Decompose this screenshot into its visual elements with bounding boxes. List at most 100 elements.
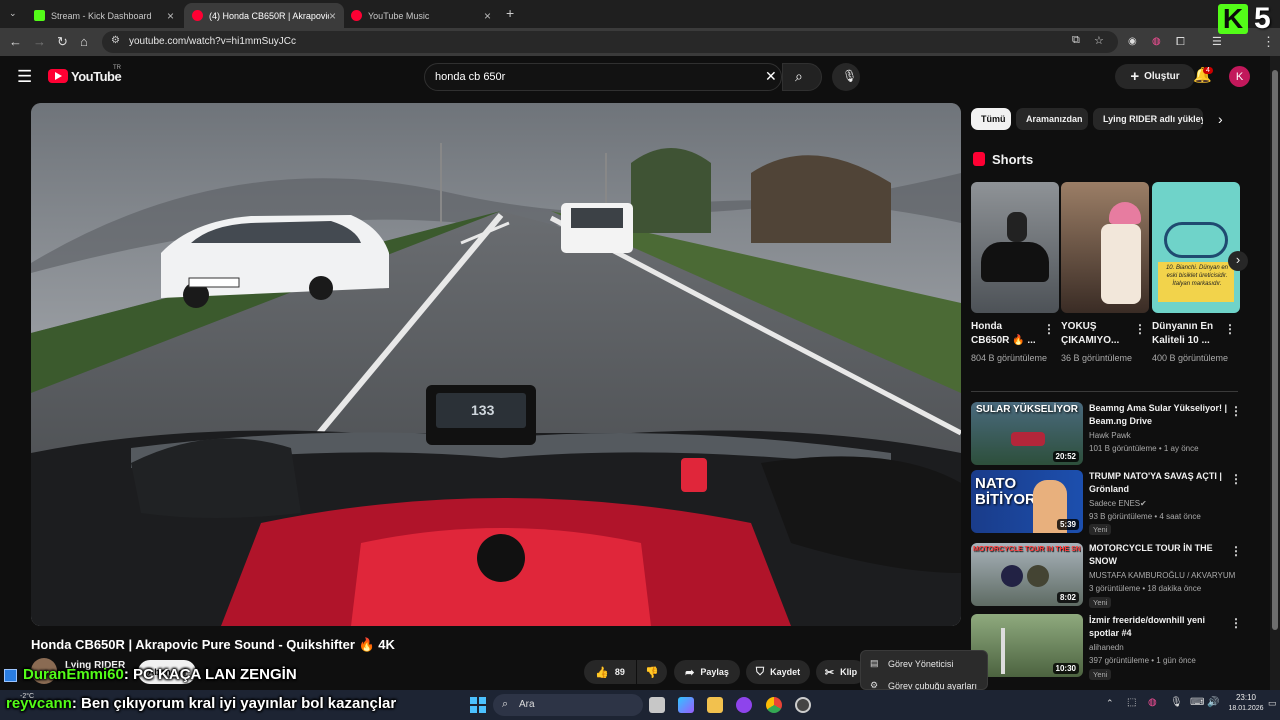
notification-center-icon[interactable]: ▭ [1268,698,1277,709]
back-icon[interactable]: ← [9,34,22,50]
extension-icon[interactable]: ◉ [1128,34,1137,50]
scrollbar-thumb[interactable] [1272,70,1278,630]
short-menu-icon[interactable]: ⋮ [1134,322,1146,336]
recommendation-channel[interactable]: MUSTAFA KAMBUROĞLU / AKVARYUM ... [1089,570,1235,582]
chat-username: reyvcann [6,695,72,712]
tab-kick-dashboard[interactable]: Stream - Kick Dashboard × [26,3,182,28]
close-tab-icon[interactable]: × [167,9,174,23]
tab-title: (4) Honda CB650R | Akrapovic P [209,10,329,21]
video-player[interactable]: 133 [31,103,961,626]
recommendation-channel[interactable]: Sadece ENES [1089,498,1159,510]
chip-from-uploader[interactable]: Lying RIDER adlı yükleyiciden [1093,108,1203,130]
guide-menu-icon[interactable]: ☰ [17,67,32,87]
recommendation-channel[interactable]: Hawk Pawk [1089,430,1239,442]
recommendation-menu-icon[interactable]: ⋮ [1230,544,1242,558]
recommendation-menu-icon[interactable]: ⋮ [1230,616,1242,630]
short-thumbnail[interactable]: 10. Bianchi. Dünyan en eski bisiklet üre… [1152,182,1240,313]
verified-icon: ✔ [1140,499,1147,508]
voice-search-button[interactable]: 🎙 [832,63,860,91]
microphone-tray-icon[interactable]: 🎙 [1170,697,1183,708]
recommendation-channel[interactable]: alihanedn [1089,642,1239,654]
new-tab-icon[interactable]: + [506,5,514,21]
taskbar-search-input[interactable]: ⌕ Ara [493,694,643,716]
account-avatar[interactable]: K [1229,66,1250,87]
task-view-icon[interactable] [649,697,665,713]
search-input[interactable]: honda cb 650r ✕ [424,63,782,91]
close-tab-icon[interactable]: × [484,9,491,23]
tab-search-icon[interactable]: ⌄ [9,8,17,19]
viewer-count: 5 [1254,2,1271,35]
tray-app-icon[interactable]: ⬚ [1127,697,1136,708]
network-icon[interactable]: ⌨ [1190,697,1204,708]
obs-icon[interactable] [795,697,811,713]
share-button[interactable]: ➦ Paylaş [674,660,740,684]
recommendation-title[interactable]: TRUMP NATO'YA SAVAŞ AÇTI | Grönland [1089,470,1229,496]
short-title[interactable]: Honda CB650R 🔥 ... [971,320,1041,348]
address-bar[interactable]: ⚙ youtube.com/watch?v=hi1mmSuyJCc ⧉ ☆ [102,31,1118,53]
search-icon: ⌕ [795,68,803,84]
recommendation-title[interactable]: MOTORCYCLE TOUR İN THE SNOW [1089,542,1229,568]
close-tab-icon[interactable]: × [329,9,336,23]
tab-title: YouTube Music [368,10,430,21]
chips-next-icon[interactable]: › [1218,111,1223,127]
clip-label: Klip [840,667,858,677]
search-button[interactable]: ⌕ [782,63,822,91]
clock-time[interactable]: 23:10 [1226,693,1266,702]
tab-youtube-video[interactable]: (4) Honda CB650R | Akrapovic P × [184,3,344,28]
tab-youtube-music[interactable]: YouTube Music × [343,3,499,28]
recommendation-menu-icon[interactable]: ⋮ [1230,472,1242,486]
short-menu-icon[interactable]: ⋮ [1224,322,1236,336]
chip-all[interactable]: Tümü [971,108,1011,130]
video-duration: 20:52 [1052,451,1079,462]
new-badge: Yeni [1089,524,1112,535]
recommendation-thumbnail[interactable]: NATO BİTİYOR! 5:39 [971,470,1083,533]
recommendation-title[interactable]: Beamng Ama Sular Yükseliyor! | Beam.ng D… [1089,402,1229,428]
dislike-button[interactable]: 👎 [637,660,667,684]
extension-icon[interactable]: ◍ [1152,34,1161,50]
short-menu-icon[interactable]: ⋮ [1043,322,1055,336]
app-icon[interactable] [736,697,752,713]
clear-search-icon[interactable]: ✕ [765,68,777,85]
bookmark-star-icon[interactable]: ☆ [1094,34,1104,47]
chat-text: : Ben çıkıyorum kral iyi yayınlar bol ka… [71,695,397,712]
search-placeholder: Ara [519,699,535,710]
save-button[interactable]: ⛉ Kaydet [746,660,810,684]
youtube-logo-text[interactable]: YouTube [71,69,122,84]
create-button[interactable]: + Oluştur [1115,64,1195,89]
home-icon[interactable]: ⌂ [80,34,88,50]
task-manager-icon: ▤ [870,658,879,668]
browser-menu-icon[interactable]: ⋮ [1262,34,1275,50]
reload-icon[interactable]: ↻ [57,34,68,50]
youtube-logo-icon[interactable] [48,69,68,83]
volume-icon[interactable]: 🔊 [1207,697,1219,708]
short-title[interactable]: Dünyanın En Kaliteli 10 ... [1152,320,1222,348]
install-app-icon[interactable]: ⧉ [1072,34,1080,47]
reading-list-icon[interactable]: ☰ [1212,34,1222,50]
recommendation-title[interactable]: İzmir freeride/downhill yeni spotlar #4 [1089,614,1229,640]
tray-overflow-icon[interactable]: ⌃ [1106,698,1114,709]
chip-from-search[interactable]: Aramanızdan [1016,108,1088,130]
file-explorer-icon[interactable] [707,697,723,713]
short-thumbnail[interactable] [1061,182,1149,313]
extensions-puzzle-icon[interactable]: ⧠ [1176,34,1185,50]
recommendation-thumbnail[interactable]: MOTORCYCLE TOUR İN THE SNOW 8:02 [971,543,1083,606]
clock-date[interactable]: 18.01.2026 [1226,705,1266,712]
clip-button[interactable]: ✂ Klip [816,660,866,684]
scissors-icon: ✂ [824,666,835,679]
tray-app-icon[interactable]: ◍ [1148,697,1157,708]
recommendation-menu-icon[interactable]: ⋮ [1230,404,1242,418]
forward-icon[interactable]: → [33,34,46,50]
video-duration: 5:39 [1056,519,1079,530]
recommendation-thumbnail[interactable]: SULAR YÜKSELİYOR 20:52 [971,402,1083,465]
chat-message: DuranEmmi60: PC KAÇA LAN ZENGİN [23,666,297,683]
like-button[interactable]: 👍 89 [584,660,636,684]
divider [971,391,1238,392]
chrome-icon[interactable] [766,697,782,713]
shorts-next-button[interactable]: › [1228,251,1248,271]
short-thumbnail[interactable] [971,182,1059,313]
menu-item-task-manager[interactable]: Görev Yöneticisi [888,659,953,669]
copilot-icon[interactable] [678,697,694,713]
short-title[interactable]: YOKUŞ ÇIKAMIYO... [1061,320,1131,348]
windows-start-icon[interactable] [470,697,486,713]
site-info-icon[interactable]: ⚙ [111,35,120,46]
